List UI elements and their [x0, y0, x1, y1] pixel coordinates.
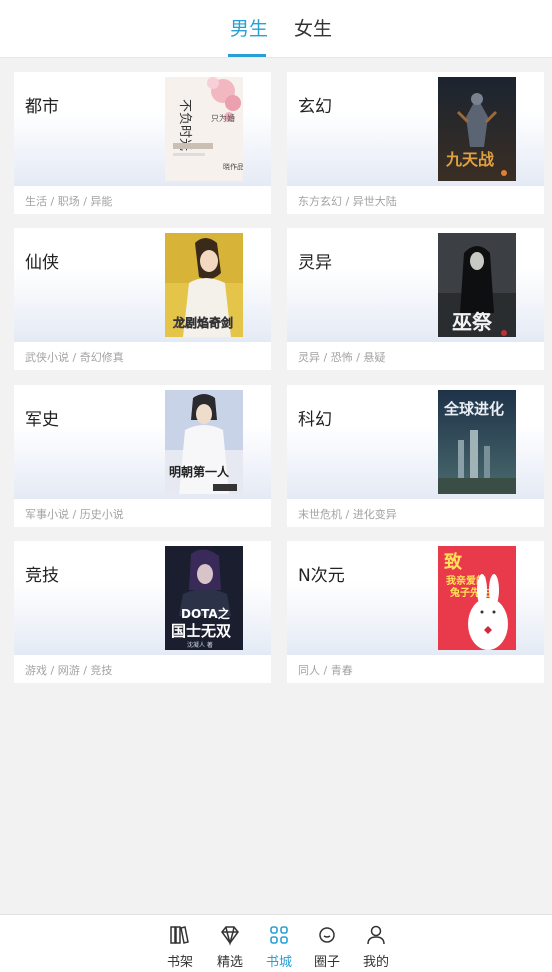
nav-item-bookshelf[interactable]: 书架	[160, 921, 200, 970]
nav-label: 我的	[362, 955, 389, 970]
book-cover-image: 九天战	[438, 77, 516, 181]
category-name: 都市	[25, 97, 59, 117]
category-tags: 同人 / 青春	[298, 664, 353, 677]
category-name: N次元	[298, 566, 345, 586]
nav-item-featured[interactable]: 精选	[210, 921, 250, 970]
category-tags: 武侠小说 / 奇幻修真	[25, 351, 124, 364]
top-tab-bar: 男生 女生	[0, 0, 552, 58]
bottom-nav-bar: 书架 精选 书城 圈子 我的	[0, 914, 552, 972]
book-cover-image: 不负时光 只为婚 晓作品	[165, 77, 243, 181]
category-card-dushi[interactable]: 都市 不负时光 只为婚 晓作品 生活 / 职场 / 异能	[14, 72, 271, 214]
category-name: 仙侠	[25, 253, 59, 273]
category-card-xuanhuan[interactable]: 玄幻 九天战 东方玄幻 / 异世大陆	[287, 72, 544, 214]
svg-text:明朝第一人: 明朝第一人	[169, 464, 230, 479]
tab-male[interactable]: 男生	[230, 14, 268, 41]
grid-icon	[267, 923, 291, 947]
svg-text:沈凝人 著: 沈凝人 著	[187, 641, 213, 649]
category-card-xianxia[interactable]: 仙侠 龙剧焰奇剑 武侠小说 / 奇幻修真	[14, 228, 271, 370]
category-card-lingyi[interactable]: 灵异 巫祭 灵异 / 恐怖 / 悬疑	[287, 228, 544, 370]
svg-text:DOTA之: DOTA之	[181, 606, 230, 621]
category-card-kehuan[interactable]: 科幻 全球进化 末世危机 / 进化变异	[287, 385, 544, 527]
person-icon	[364, 923, 388, 947]
nav-item-circle[interactable]: 圈子	[307, 921, 347, 970]
category-name: 灵异	[298, 253, 332, 273]
book-cover-image: DOTA之 国士无双 沈凝人 著	[165, 546, 243, 650]
svg-text:只为婚: 只为婚	[211, 113, 235, 123]
nav-label: 圈子	[313, 955, 340, 970]
book-cover-image: 龙剧焰奇剑	[165, 233, 243, 337]
svg-text:龙剧焰奇剑: 龙剧焰奇剑	[173, 315, 233, 330]
category-card-nciyuan[interactable]: N次元 致 我亲爱的 兔子先生 同人 / 青春	[287, 541, 544, 683]
tab-female[interactable]: 女生	[294, 14, 332, 41]
category-name: 竞技	[25, 566, 59, 586]
svg-text:晓作品: 晓作品	[223, 162, 243, 171]
category-tags: 军事小说 / 历史小说	[25, 508, 124, 521]
nav-label: 书城	[265, 955, 292, 970]
category-tags: 末世危机 / 进化变异	[298, 508, 397, 521]
svg-text:国士无双: 国士无双	[171, 622, 231, 640]
category-card-junshi[interactable]: 军史 明朝第一人 军事小说 / 历史小说	[14, 385, 271, 527]
category-tags: 灵异 / 恐怖 / 悬疑	[298, 351, 386, 364]
svg-text:致: 致	[444, 551, 463, 573]
diamond-icon	[218, 923, 242, 947]
book-cover-image: 致 我亲爱的 兔子先生	[438, 546, 516, 650]
category-tags: 东方玄幻 / 异世大陆	[298, 195, 397, 208]
svg-text:九天战: 九天战	[445, 150, 494, 169]
svg-text:巫祭: 巫祭	[452, 310, 493, 334]
chat-bubble-icon	[315, 923, 339, 947]
nav-label: 书架	[166, 955, 193, 970]
book-cover-image: 明朝第一人	[165, 390, 243, 494]
book-cover-image: 巫祭	[438, 233, 516, 337]
category-card-jingji[interactable]: 竞技 DOTA之 国士无双 沈凝人 著 游戏 / 网游 / 竞技	[14, 541, 271, 683]
book-cover-image: 全球进化	[438, 390, 516, 494]
category-tags: 生活 / 职场 / 异能	[25, 195, 113, 208]
nav-item-bookstore[interactable]: 书城	[259, 921, 299, 970]
bookshelf-icon	[168, 923, 192, 947]
category-name: 玄幻	[298, 97, 332, 117]
category-tags: 游戏 / 网游 / 竞技	[25, 664, 113, 677]
nav-label: 精选	[216, 955, 243, 970]
svg-text:全球进化: 全球进化	[443, 400, 504, 418]
active-tab-indicator	[228, 54, 266, 57]
category-name: 科幻	[298, 410, 332, 430]
category-name: 军史	[25, 410, 59, 430]
nav-item-profile[interactable]: 我的	[356, 921, 396, 970]
